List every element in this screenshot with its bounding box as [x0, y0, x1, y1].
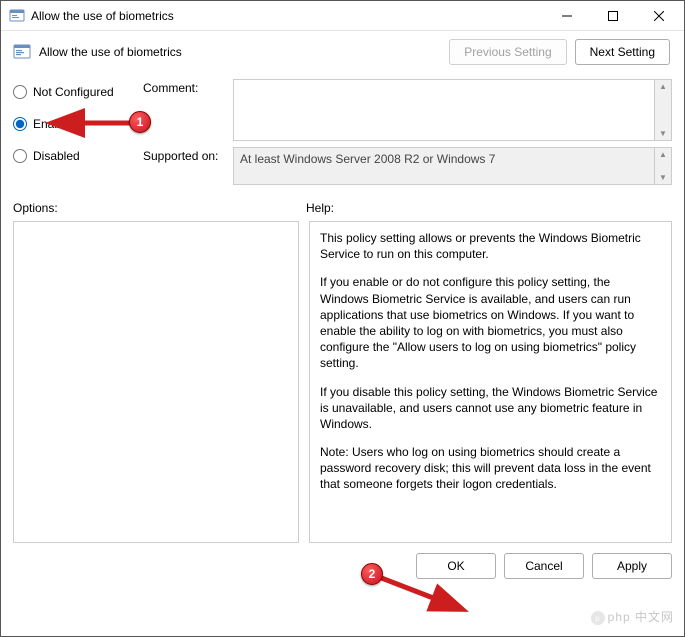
comment-textarea[interactable]: [233, 79, 655, 141]
ok-button[interactable]: OK: [416, 553, 496, 579]
radio-input-disabled[interactable]: [13, 149, 27, 163]
cancel-button[interactable]: Cancel: [504, 553, 584, 579]
apply-button[interactable]: Apply: [592, 553, 672, 579]
close-button[interactable]: [636, 1, 682, 31]
policy-header: Allow the use of biometrics Previous Set…: [1, 31, 684, 73]
help-pane[interactable]: This policy setting allows or prevents t…: [309, 221, 672, 543]
previous-setting-button[interactable]: Previous Setting: [449, 39, 566, 65]
watermark-icon: p: [590, 610, 606, 626]
radio-not-configured[interactable]: Not Configured: [13, 85, 133, 99]
watermark: p php 中文网: [590, 608, 674, 626]
radio-enabled[interactable]: Enabled: [13, 117, 133, 131]
supported-on-value: At least Windows Server 2008 R2 or Windo…: [233, 147, 655, 185]
window-icon: [9, 8, 25, 24]
help-paragraph: Note: Users who log on using biometrics …: [320, 444, 661, 493]
help-paragraph: If you disable this policy setting, the …: [320, 384, 661, 433]
watermark-text: php 中文网: [608, 610, 674, 624]
help-paragraph: If you enable or do not configure this p…: [320, 274, 661, 371]
radio-label: Disabled: [33, 149, 80, 163]
svg-text:p: p: [595, 614, 600, 623]
settings-area: Not Configured Enabled Disabled Comment:…: [1, 73, 684, 201]
radio-label: Enabled: [33, 117, 77, 131]
policy-icon: [13, 43, 31, 61]
options-label: Options:: [13, 201, 306, 215]
radio-label: Not Configured: [33, 85, 114, 99]
next-setting-button[interactable]: Next Setting: [575, 39, 670, 65]
state-radio-group: Not Configured Enabled Disabled: [13, 79, 133, 191]
window-controls: [544, 1, 682, 31]
titlebar: Allow the use of biometrics: [1, 1, 684, 31]
dialog-footer: OK Cancel Apply: [1, 543, 684, 589]
window-title: Allow the use of biometrics: [31, 9, 544, 23]
policy-title: Allow the use of biometrics: [39, 45, 449, 59]
radio-input-not-configured[interactable]: [13, 85, 27, 99]
scrollbar-stub[interactable]: ▲▼: [655, 147, 672, 185]
maximize-button[interactable]: [590, 1, 636, 31]
radio-input-enabled[interactable]: [13, 117, 27, 131]
scrollbar-stub[interactable]: ▲▼: [655, 79, 672, 141]
supported-on-label: Supported on:: [143, 147, 233, 163]
comment-label: Comment:: [143, 79, 233, 95]
minimize-button[interactable]: [544, 1, 590, 31]
radio-disabled[interactable]: Disabled: [13, 149, 133, 163]
options-pane[interactable]: [13, 221, 299, 543]
help-label: Help:: [306, 201, 672, 215]
help-paragraph: This policy setting allows or prevents t…: [320, 230, 661, 262]
